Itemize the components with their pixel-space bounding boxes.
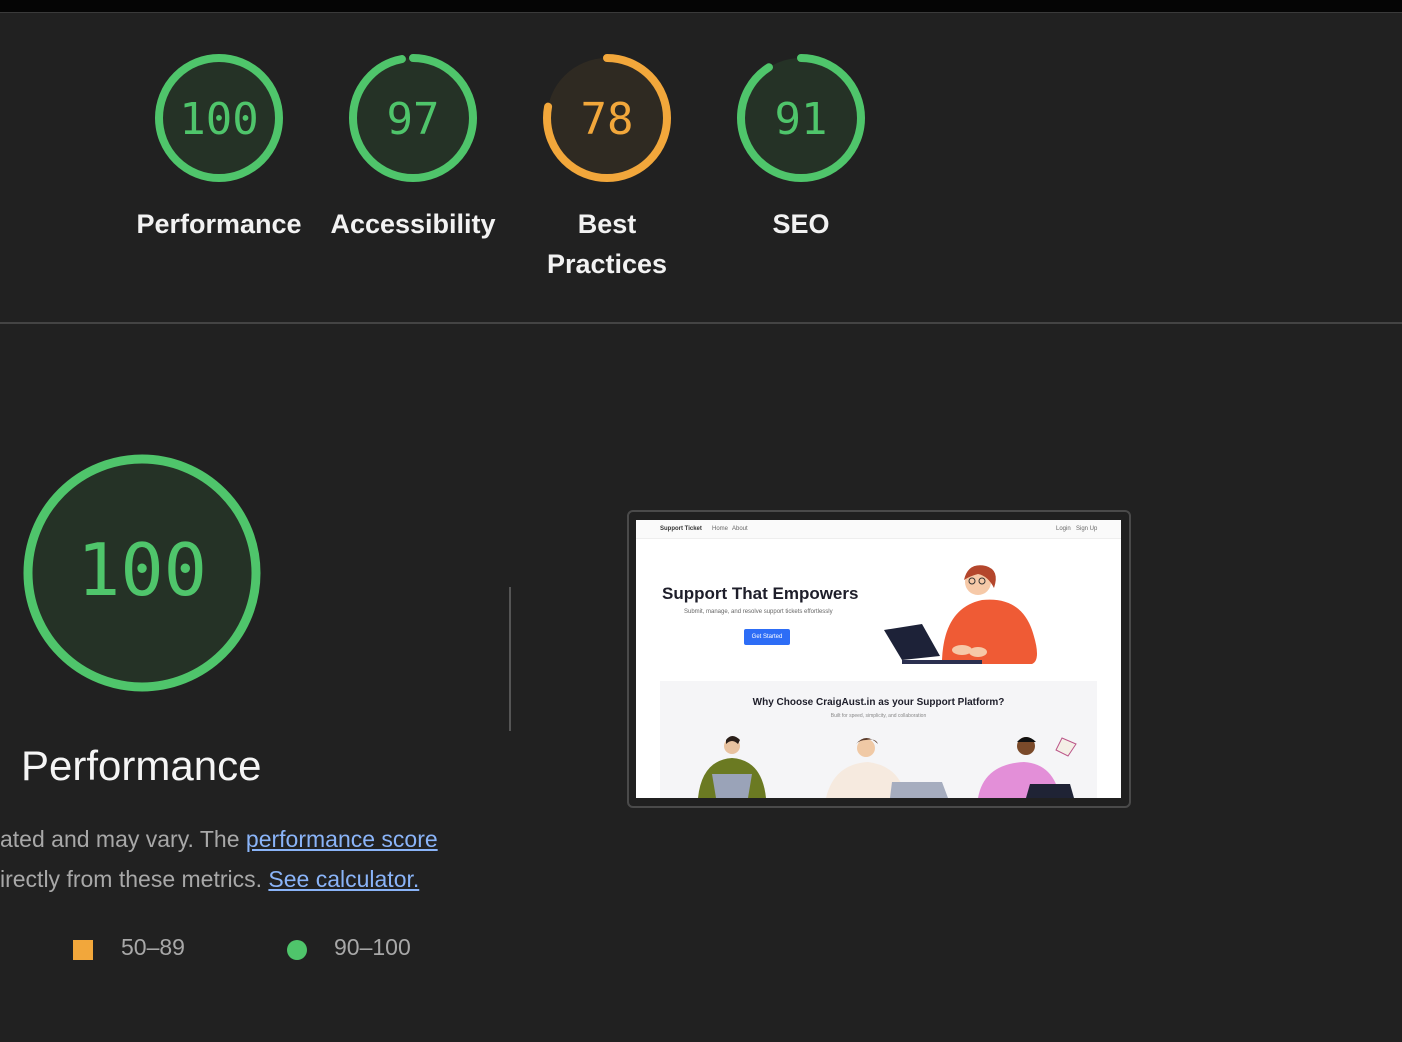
performance-title: Performance [21,742,262,789]
hero-illustration-icon [884,565,1037,664]
pass-circle-icon [287,940,307,960]
performance-score-link[interactable]: performance score [246,826,438,852]
screenshot-section-title: Why Choose CraigAust.in as your Support … [752,697,1005,708]
features-illustrations-icon [698,736,1077,798]
performance-description-line-1: ated and may vary. The performance score [0,826,438,853]
screenshot-section-subtitle: Built for speed, simplicity, and collabo… [830,713,927,719]
gauge-performance-label: Performance [136,209,302,239]
screenshot-navbar: Support Ticket Home About Login Sign Up [636,520,1121,539]
category-gauges: 100 Performance 97 Accessibility 78 Best… [0,52,1402,292]
average-square-icon [73,940,93,960]
gauge-accessibility-score: 97 [387,94,440,145]
screenshot-brand: Support Ticket [660,526,702,532]
desc-text-2: irectly from these metrics. [0,866,269,892]
gauge-best-practices-label: Best Practices [546,209,668,279]
screenshot-nav-home: Home [712,526,729,532]
gauge-seo-ring: 91 [737,54,865,182]
gauge-accessibility[interactable]: 97 Accessibility [323,52,503,244]
gauge-seo-score: 91 [775,94,828,145]
performance-big-gauge: 100 [21,452,263,699]
gauge-best-practices-score: 78 [581,94,634,145]
top-bar [0,0,1402,13]
gauge-best-practices-ring: 78 [543,54,671,182]
screenshot-hero-title: Support That Empowers [662,584,859,603]
gauge-performance-ring: 100 [155,54,283,182]
gauge-performance[interactable]: 100 Performance [129,52,309,244]
screenshot-nav-login: Login [1056,526,1071,532]
legend-pass-range: 90–100 [334,934,411,960]
gauge-accessibility-ring: 97 [349,54,477,182]
gauge-accessibility-label: Accessibility [330,209,496,239]
see-calculator-link[interactable]: See calculator. [268,866,419,892]
performance-big-score: 100 [77,528,207,612]
gauge-performance-score: 100 [179,94,258,145]
gauge-seo-label: SEO [772,209,830,239]
performance-description-line-2: irectly from these metrics. See calculat… [0,866,419,893]
vertical-separator [509,587,511,731]
gauge-seo[interactable]: 91 SEO [711,52,891,244]
screenshot-get-started-button: Get Started [744,629,790,645]
gauge-best-practices[interactable]: 78 Best Practices [517,52,697,284]
section-divider [0,322,1402,324]
screenshot-hero-subtitle: Submit, manage, and resolve support tick… [684,609,833,615]
legend-average-range: 50–89 [121,934,185,960]
desc-text-1: ated and may vary. The [0,826,246,852]
performance-big-gauge-ring: 100 [23,454,261,692]
final-screenshot[interactable]: Support Ticket Home About Login Sign Up … [636,520,1121,798]
screenshot-nav-about: About [732,526,748,532]
screenshot-nav-signup: Sign Up [1076,526,1098,532]
